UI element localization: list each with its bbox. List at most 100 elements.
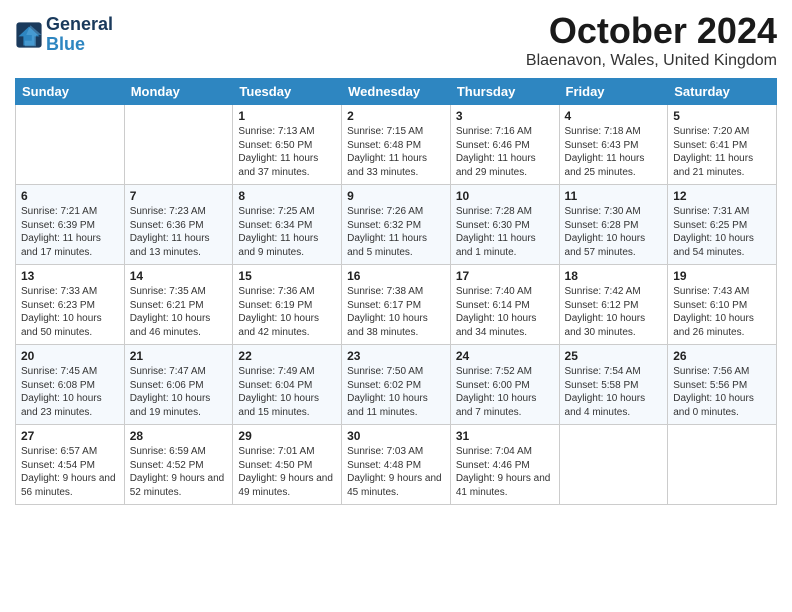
day-number: 8 — [238, 189, 336, 203]
day-number: 11 — [565, 189, 663, 203]
day-number: 1 — [238, 109, 336, 123]
day-info: Sunrise: 7:15 AM Sunset: 6:48 PM Dayligh… — [347, 125, 445, 179]
calendar-cell: 28Sunrise: 6:59 AM Sunset: 4:52 PM Dayli… — [124, 425, 233, 505]
calendar-cell: 1 Sunrise: 7:13 AM Sunset: 6:50 PM Daylig… — [233, 105, 342, 185]
day-of-week-header: Monday — [124, 79, 233, 105]
calendar-cell: 20 Sunrise: 7:45 AM Sunset: 6:08 PM Dayli… — [16, 345, 125, 425]
calendar-week-row: 13 Sunrise: 7:33 AM Sunset: 6:23 PM Dayli… — [16, 265, 777, 345]
day-number: 29 — [238, 429, 336, 443]
logo-line1: General — [46, 15, 113, 35]
day-number: 18 — [565, 269, 663, 283]
day-info: Sunrise: 7:04 AM Sunset: 4:46 PM Dayligh… — [456, 445, 554, 499]
calendar-cell: 27Sunrise: 6:57 AM Sunset: 4:54 PM Dayli… — [16, 425, 125, 505]
day-info: Sunrise: 7:20 AM Sunset: 6:41 PM Dayligh… — [673, 125, 771, 179]
day-number: 15 — [238, 269, 336, 283]
logo-line2: Blue — [46, 35, 113, 55]
calendar-cell: 19 Sunrise: 7:43 AM Sunset: 6:10 PM Dayli… — [668, 265, 777, 345]
calendar-cell — [124, 105, 233, 185]
day-number: 25 — [565, 349, 663, 363]
day-number: 27 — [21, 429, 119, 443]
calendar-cell: 23Sunrise: 7:50 AM Sunset: 6:02 PM Dayli… — [342, 345, 451, 425]
calendar-cell: 9 Sunrise: 7:26 AM Sunset: 6:32 PM Daylig… — [342, 185, 451, 265]
day-info: Sunrise: 7:43 AM Sunset: 6:10 PM Dayligh… — [673, 285, 771, 339]
calendar-cell — [559, 425, 668, 505]
day-info: Sunrise: 7:28 AM Sunset: 6:30 PM Dayligh… — [456, 205, 554, 259]
calendar-cell: 18 Sunrise: 7:42 AM Sunset: 6:12 PM Dayli… — [559, 265, 668, 345]
day-number: 21 — [130, 349, 228, 363]
day-of-week-header: Friday — [559, 79, 668, 105]
day-info: Sunrise: 7:36 AM Sunset: 6:19 PM Dayligh… — [238, 285, 336, 339]
day-number: 4 — [565, 109, 663, 123]
calendar-cell: 4 Sunrise: 7:18 AM Sunset: 6:43 PM Daylig… — [559, 105, 668, 185]
day-number: 13 — [21, 269, 119, 283]
calendar-cell: 14 Sunrise: 7:35 AM Sunset: 6:21 PM Dayli… — [124, 265, 233, 345]
calendar-cell: 5Sunrise: 7:20 AM Sunset: 6:41 PM Daylig… — [668, 105, 777, 185]
day-number: 3 — [456, 109, 554, 123]
day-info: Sunrise: 7:35 AM Sunset: 6:21 PM Dayligh… — [130, 285, 228, 339]
day-number: 10 — [456, 189, 554, 203]
calendar-cell: 2 Sunrise: 7:15 AM Sunset: 6:48 PM Daylig… — [342, 105, 451, 185]
day-number: 14 — [130, 269, 228, 283]
day-info: Sunrise: 7:18 AM Sunset: 6:43 PM Dayligh… — [565, 125, 663, 179]
day-number: 16 — [347, 269, 445, 283]
day-info: Sunrise: 7:16 AM Sunset: 6:46 PM Dayligh… — [456, 125, 554, 179]
calendar-week-row: 6 Sunrise: 7:21 AM Sunset: 6:39 PM Daylig… — [16, 185, 777, 265]
day-info: Sunrise: 7:42 AM Sunset: 6:12 PM Dayligh… — [565, 285, 663, 339]
logo: General Blue — [15, 15, 113, 55]
day-info: Sunrise: 7:23 AM Sunset: 6:36 PM Dayligh… — [130, 205, 228, 259]
day-number: 26 — [673, 349, 771, 363]
day-info: Sunrise: 7:25 AM Sunset: 6:34 PM Dayligh… — [238, 205, 336, 259]
calendar-cell — [16, 105, 125, 185]
day-number: 20 — [21, 349, 119, 363]
calendar-header-row: SundayMondayTuesdayWednesdayThursdayFrid… — [16, 79, 777, 105]
day-number: 12 — [673, 189, 771, 203]
day-info: Sunrise: 7:40 AM Sunset: 6:14 PM Dayligh… — [456, 285, 554, 339]
day-number: 6 — [21, 189, 119, 203]
calendar-cell: 24Sunrise: 7:52 AM Sunset: 6:00 PM Dayli… — [450, 345, 559, 425]
day-info: Sunrise: 7:33 AM Sunset: 6:23 PM Dayligh… — [21, 285, 119, 339]
day-info: Sunrise: 7:49 AM Sunset: 6:04 PM Dayligh… — [238, 365, 336, 419]
day-number: 9 — [347, 189, 445, 203]
day-number: 23 — [347, 349, 445, 363]
day-of-week-header: Thursday — [450, 79, 559, 105]
calendar-cell: 12Sunrise: 7:31 AM Sunset: 6:25 PM Dayli… — [668, 185, 777, 265]
calendar-cell: 26Sunrise: 7:56 AM Sunset: 5:56 PM Dayli… — [668, 345, 777, 425]
calendar-cell: 25 Sunrise: 7:54 AM Sunset: 5:58 PM Dayli… — [559, 345, 668, 425]
calendar-cell: 31Sunrise: 7:04 AM Sunset: 4:46 PM Dayli… — [450, 425, 559, 505]
calendar-cell: 11 Sunrise: 7:30 AM Sunset: 6:28 PM Dayli… — [559, 185, 668, 265]
day-info: Sunrise: 7:26 AM Sunset: 6:32 PM Dayligh… — [347, 205, 445, 259]
calendar-cell — [668, 425, 777, 505]
calendar-cell: 29Sunrise: 7:01 AM Sunset: 4:50 PM Dayli… — [233, 425, 342, 505]
day-info: Sunrise: 7:21 AM Sunset: 6:39 PM Dayligh… — [21, 205, 119, 259]
day-info: Sunrise: 7:13 AM Sunset: 6:50 PM Dayligh… — [238, 125, 336, 179]
calendar-cell: 6 Sunrise: 7:21 AM Sunset: 6:39 PM Daylig… — [16, 185, 125, 265]
calendar-cell: 30Sunrise: 7:03 AM Sunset: 4:48 PM Dayli… — [342, 425, 451, 505]
day-of-week-header: Sunday — [16, 79, 125, 105]
day-info: Sunrise: 7:30 AM Sunset: 6:28 PM Dayligh… — [565, 205, 663, 259]
calendar-week-row: 27Sunrise: 6:57 AM Sunset: 4:54 PM Dayli… — [16, 425, 777, 505]
calendar-cell: 15 Sunrise: 7:36 AM Sunset: 6:19 PM Dayli… — [233, 265, 342, 345]
day-of-week-header: Saturday — [668, 79, 777, 105]
day-number: 22 — [238, 349, 336, 363]
calendar-week-row: 20 Sunrise: 7:45 AM Sunset: 6:08 PM Dayli… — [16, 345, 777, 425]
day-number: 17 — [456, 269, 554, 283]
logo-icon — [15, 21, 43, 49]
logo-text: General Blue — [46, 15, 113, 55]
day-number: 2 — [347, 109, 445, 123]
calendar-cell: 10 Sunrise: 7:28 AM Sunset: 6:30 PM Dayli… — [450, 185, 559, 265]
calendar-cell: 8 Sunrise: 7:25 AM Sunset: 6:34 PM Daylig… — [233, 185, 342, 265]
day-info: Sunrise: 7:54 AM Sunset: 5:58 PM Dayligh… — [565, 365, 663, 419]
day-of-week-header: Wednesday — [342, 79, 451, 105]
day-number: 19 — [673, 269, 771, 283]
location-subtitle: Blaenavon, Wales, United Kingdom — [526, 52, 777, 70]
day-info: Sunrise: 7:45 AM Sunset: 6:08 PM Dayligh… — [21, 365, 119, 419]
title-block: October 2024 Blaenavon, Wales, United Ki… — [526, 10, 777, 70]
calendar-week-row: 1 Sunrise: 7:13 AM Sunset: 6:50 PM Daylig… — [16, 105, 777, 185]
day-number: 28 — [130, 429, 228, 443]
day-number: 24 — [456, 349, 554, 363]
calendar-body: 1 Sunrise: 7:13 AM Sunset: 6:50 PM Daylig… — [16, 105, 777, 505]
month-title: October 2024 — [526, 10, 777, 52]
day-info: Sunrise: 7:47 AM Sunset: 6:06 PM Dayligh… — [130, 365, 228, 419]
day-number: 30 — [347, 429, 445, 443]
day-number: 7 — [130, 189, 228, 203]
